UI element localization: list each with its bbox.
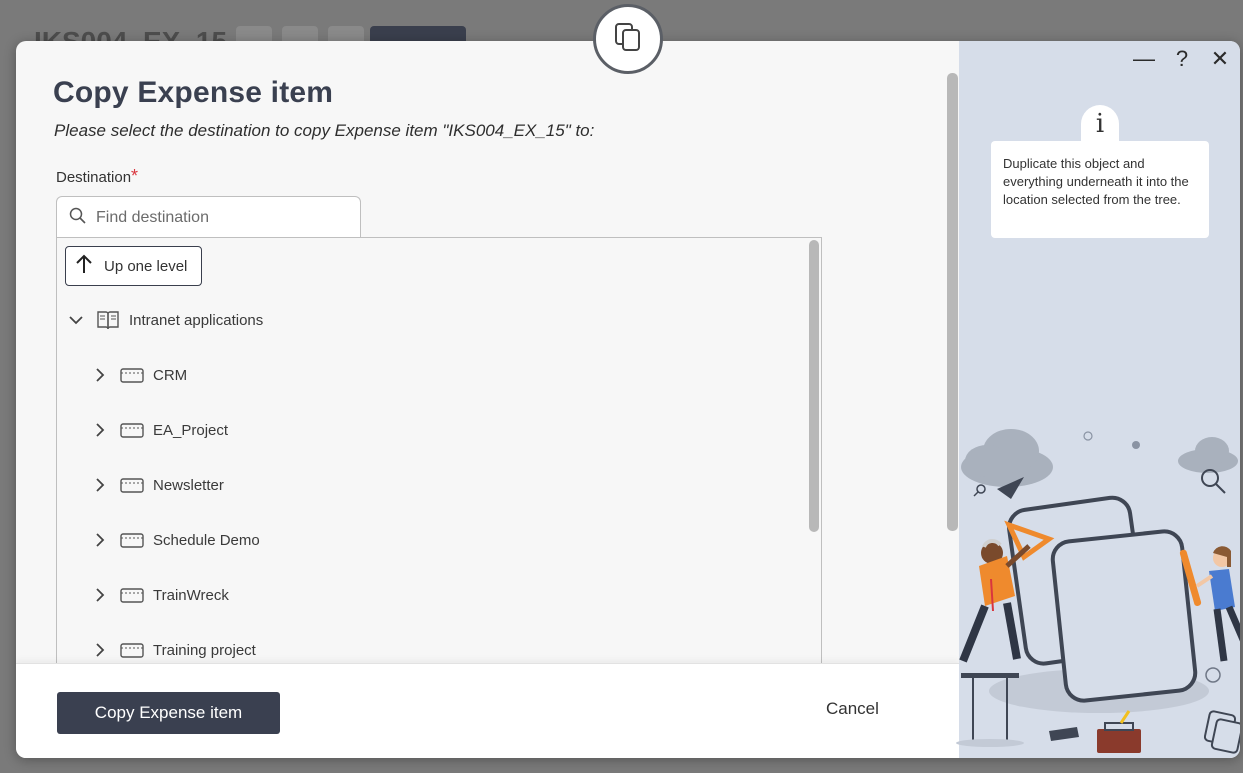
copy-expense-item-button[interactable]: Copy Expense item <box>57 692 280 734</box>
arrow-up-icon <box>76 254 92 278</box>
cloud-icon <box>961 429 1053 487</box>
application-icon <box>120 477 144 493</box>
tree-item-label: Schedule Demo <box>153 531 260 549</box>
tree-item-training-project[interactable]: Training project <box>92 638 256 662</box>
copy-illustration <box>956 429 1240 754</box>
chevron-right-icon[interactable] <box>92 533 108 547</box>
close-button[interactable]: ✕ <box>1207 46 1233 71</box>
application-icon <box>120 642 144 658</box>
application-icon <box>120 587 144 603</box>
tree-item-label: Training project <box>153 641 256 659</box>
up-one-level-label: Up one level <box>104 257 188 275</box>
circle-decoration <box>1205 667 1221 683</box>
copy-icon <box>1203 710 1240 754</box>
tree-item-label: TrainWreck <box>153 586 229 604</box>
destination-label-text: Destination <box>56 169 132 186</box>
up-one-level-button[interactable]: Up one level <box>65 246 202 286</box>
copy-icon <box>614 22 642 57</box>
destination-tree: Up one level Intranet applications CRM E… <box>56 237 822 667</box>
toolbox-icon <box>1097 710 1141 753</box>
book-icon <box>96 309 120 331</box>
destination-label: Destination* <box>56 166 138 187</box>
magnifier-icon <box>973 484 986 497</box>
info-card: Duplicate this object and everything und… <box>991 141 1209 238</box>
dialog-footer: Copy Expense item Cancel <box>16 663 959 758</box>
magnifier-icon <box>1201 469 1226 494</box>
copy-badge <box>593 4 663 74</box>
chevron-right-icon[interactable] <box>92 423 108 437</box>
chevron-right-icon[interactable] <box>92 643 108 657</box>
required-marker: * <box>131 166 139 186</box>
destination-search[interactable] <box>56 196 361 238</box>
tree-item-trainwreck[interactable]: TrainWreck <box>92 583 229 607</box>
chevron-right-icon[interactable] <box>92 368 108 382</box>
tree-item-label: CRM <box>153 366 188 384</box>
minimize-button[interactable]: — <box>1131 46 1157 71</box>
dot-decoration <box>1132 441 1140 449</box>
help-icon: ? <box>1175 46 1189 71</box>
minimize-icon: — <box>1133 46 1155 71</box>
info-text: Duplicate this object and everything und… <box>1003 156 1189 207</box>
destination-search-input[interactable] <box>96 208 336 227</box>
application-icon <box>120 532 144 548</box>
tree-item-schedule-demo[interactable]: Schedule Demo <box>92 528 260 552</box>
search-icon <box>69 207 86 229</box>
info-icon-glyph: i <box>1095 109 1105 139</box>
tree-item-ea-project[interactable]: EA_Project <box>92 418 228 442</box>
tree-item-label: Intranet applications <box>129 311 264 329</box>
chevron-down-icon[interactable] <box>68 315 84 325</box>
circle-decoration <box>1083 431 1093 441</box>
close-icon: ✕ <box>1210 46 1230 71</box>
cloud-icon <box>1178 437 1238 473</box>
help-side-panel: — ? ✕ i Duplicate this object and everyt… <box>956 41 1240 758</box>
tree-item-newsletter[interactable]: Newsletter <box>92 473 224 497</box>
tree-item-label: Newsletter <box>153 476 224 494</box>
info-icon: i <box>1081 105 1119 145</box>
application-icon <box>120 367 144 383</box>
tree-scrollbar[interactable] <box>809 240 819 532</box>
help-button[interactable]: ? <box>1169 46 1195 71</box>
tree-item-intranet-applications[interactable]: Intranet applications <box>68 308 263 332</box>
dialog-title: Copy Expense item <box>53 76 334 109</box>
chevron-right-icon[interactable] <box>92 588 108 602</box>
cancel-button[interactable]: Cancel <box>826 699 879 719</box>
tree-item-crm[interactable]: CRM <box>92 363 187 387</box>
tree-item-label: EA_Project <box>153 421 229 439</box>
chevron-right-icon[interactable] <box>92 478 108 492</box>
dialog-subtitle: Please select the destination to copy Ex… <box>54 121 595 140</box>
application-icon <box>120 422 144 438</box>
copy-dialog: Copy Expense item Please select the dest… <box>16 41 1240 758</box>
dialog-main: Copy Expense item Please select the dest… <box>16 41 959 667</box>
book-icon <box>1049 727 1079 741</box>
